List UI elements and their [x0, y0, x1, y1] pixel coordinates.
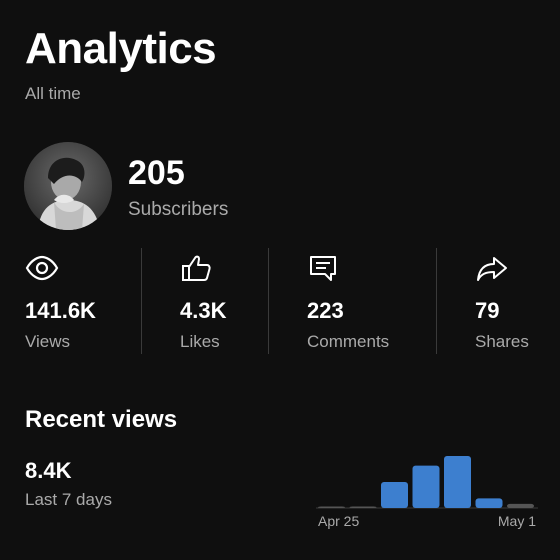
comments-value: 223: [307, 298, 344, 323]
eye-icon: [25, 255, 59, 281]
chart-bar: [349, 506, 377, 508]
stat-divider: [141, 248, 142, 354]
chart-bar: [444, 456, 471, 508]
recent-views-title: Recent views: [25, 406, 178, 433]
views-label: Views: [25, 332, 71, 351]
comments-label: Comments: [307, 332, 390, 351]
shares-value: 79: [475, 298, 500, 323]
chart-bar: [381, 482, 408, 508]
likes-label: Likes: [180, 332, 220, 351]
recent-views-chart[interactable]: Apr 25 May 1: [314, 440, 540, 540]
channel-avatar[interactable]: [24, 142, 112, 230]
stat-divider: [436, 248, 437, 354]
share-icon: [477, 257, 507, 281]
page-title: Analytics: [25, 24, 217, 73]
chart-ticks: Apr 25 May 1: [318, 513, 536, 529]
chart-bar: [475, 498, 503, 508]
subscriber-label: Subscribers: [128, 199, 229, 220]
comment-icon: [310, 256, 336, 281]
stats-row: 141.6K Views 4.3K Likes 223 Comments 79 …: [0, 248, 560, 354]
likes-value: 4.3K: [180, 298, 227, 323]
recent-views-value: 8.4K: [25, 458, 72, 483]
chart-tick-label: May 1: [498, 513, 536, 529]
period-label: All time: [25, 84, 81, 103]
stat-divider: [268, 248, 269, 354]
recent-views-period: Last 7 days: [25, 490, 112, 509]
chart-bar: [318, 506, 345, 508]
avatar-image: [24, 142, 112, 230]
thumbs-up-icon: [182, 255, 211, 281]
subscriber-count: 205: [128, 154, 185, 192]
views-value: 141.6K: [25, 298, 96, 323]
shares-label: Shares: [475, 332, 529, 351]
chart-bars: [318, 456, 534, 508]
chart-bar: [507, 503, 534, 508]
chart-tick-label: Apr 25: [318, 513, 359, 529]
chart-bar: [412, 465, 440, 508]
